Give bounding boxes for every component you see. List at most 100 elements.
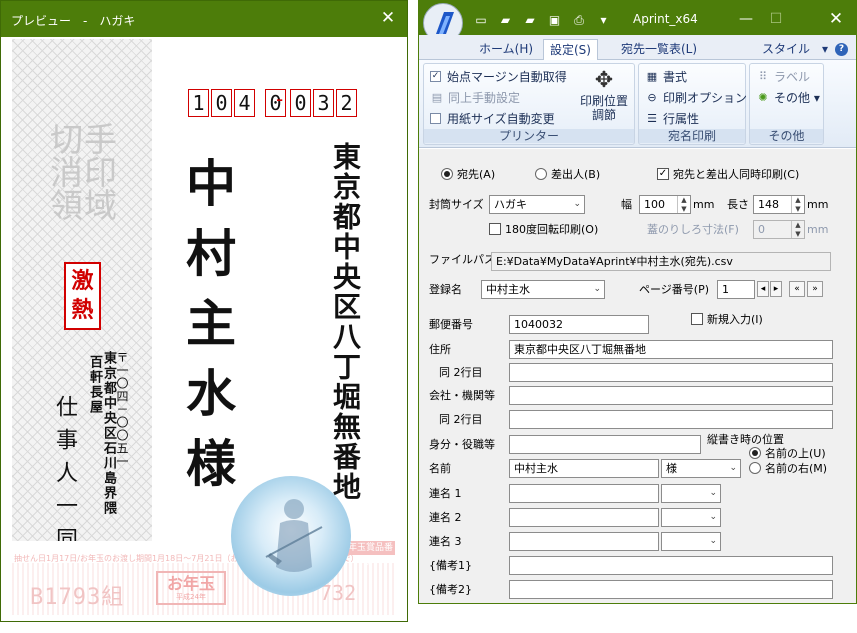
aprint-window: ▭ ▰ ▰ ▣ ⎙ ▾ Aprint_x64 — ☐ ✕ ホーム(H) 設定(S… [418,0,857,604]
note1-input[interactable] [509,556,833,575]
joint3-label: 連名 3 [429,535,462,548]
note2-input[interactable] [509,580,833,599]
envelope-size-label: 封筒サイズ [429,198,484,211]
radio-unselected-icon [749,462,761,474]
page-number-input[interactable]: 1 [717,280,755,299]
zip-digit-box: 2 [336,89,357,117]
joint2-honorific-select[interactable]: ⌄ [661,508,721,527]
radio-above-name[interactable]: 名前の上(U) [749,447,826,461]
radio-to-label: 宛先(A) [457,168,496,181]
company-input[interactable] [509,386,833,405]
lottery-number-left: B1793組 [30,585,125,610]
width-label: 幅 [621,198,632,211]
tab-address-list[interactable]: 宛先一覧表(L) [615,39,703,60]
position-input[interactable] [509,435,701,454]
auto-margin-checkbox[interactable]: ✓ 始点マージン自動取得 [430,68,567,86]
manual-margin-label: 同上手動設定 [448,91,521,105]
move-arrows-icon: ✥ [594,68,614,93]
name-input[interactable]: 中村主水 [509,459,659,478]
qat-menu-icon[interactable]: ▾ [596,13,612,27]
print-options-button[interactable]: ⊖ 印刷オプション [645,89,747,107]
first-page-button[interactable]: « [789,281,805,297]
envelope-size-value: ハガキ [494,198,527,211]
radio-right-label: 名前の右(M) [765,462,828,475]
new-doc-icon[interactable]: ▭ [473,13,489,27]
auto-paper-size-checkbox[interactable]: 用紙サイズ自動変更 [430,110,555,128]
page-number-value: 1 [722,283,729,296]
format-button[interactable]: ▦ 書式 [645,68,687,86]
close-button[interactable]: ✕ [823,9,849,29]
new-entry-label: 新規入力(I) [707,313,763,326]
app-title: Aprint_x64 [633,12,698,26]
group-printer: ✓ 始点マージン自動取得 ▤ 同上手動設定 用紙サイズ自動変更 ✥ 印刷位置 調節 … [423,63,635,145]
group-other: ⠿ ラベル ✺ その他 ▾ その他 [749,63,824,145]
tab-home[interactable]: ホーム(H) [473,39,539,60]
print-position-adjust-button[interactable]: ✥ 印刷位置 調節 [574,68,634,130]
checkbox-checked-icon: ✓ [430,71,441,82]
width-spinner[interactable]: ▲ ▼ [677,196,690,213]
print-options-label: 印刷オプション [663,91,748,105]
company-label: 会社・機関等 [429,389,495,402]
joint1-input[interactable] [509,484,659,503]
joint1-honorific-select[interactable]: ⌄ [661,484,721,503]
joint3-honorific-select[interactable]: ⌄ [661,532,721,551]
help-icon[interactable]: ? [835,43,848,56]
width-value: 100 [644,198,665,211]
group-printer-label: プリンター [424,129,634,143]
line-attributes-button[interactable]: ☰ 行属性 [645,110,699,128]
minimize-button[interactable]: — [733,9,759,29]
preview-title: プレビュー - ハガキ [11,14,136,28]
open-folder-icon[interactable]: ▰ [498,13,514,27]
checkbox-checked-icon: ✓ [657,168,669,180]
label-button[interactable]: ⠿ ラベル [756,68,810,86]
joint3-input[interactable] [509,532,659,551]
tab-settings[interactable]: 設定(S) [543,39,598,60]
from-address-line1: 東京都中央区石川島界隈 [101,351,116,516]
zip-input[interactable]: 1040032 [509,315,649,334]
print-icon[interactable]: ⎙ [571,13,587,27]
checkbox-unchecked-icon [691,313,703,325]
to-name: 中村主水様 [178,157,237,507]
zip-digit-box: 4 [234,89,255,117]
address-input[interactable]: 東京都中央区八丁堀無番地 [509,340,833,359]
auto-paper-size-label: 用紙サイズ自動変更 [447,112,555,126]
checkbox-unchecked-icon [489,223,501,235]
length-input[interactable]: 148 ▲ ▼ [753,195,805,214]
folder-icon[interactable]: ▰ [522,13,538,27]
radio-to-address[interactable]: 宛先(A) [441,168,495,182]
radio-right-of-name[interactable]: 名前の右(M) [749,462,827,476]
style-menu[interactable]: スタイル ▾ [762,39,828,59]
joint2-input[interactable] [509,508,659,527]
maximize-button[interactable]: ☐ [763,9,789,29]
company2-input[interactable] [509,410,833,429]
last-page-button[interactable]: » [807,281,823,297]
page-number-label: ページ番号(P) [639,283,709,296]
next-page-button[interactable]: ▸ [770,281,782,297]
registered-name-select[interactable]: 中村主水 ⌄ [481,280,605,299]
rotate-print-checkbox[interactable]: 180度回転印刷(O) [489,223,598,237]
honorific-select[interactable]: 様 ⌄ [661,459,741,478]
simultaneous-print-checkbox[interactable]: ✓ 宛先と差出人同時印刷(C) [657,168,799,182]
manual-margin-item[interactable]: ▤ 同上手動設定 [430,89,520,107]
flap-spinner[interactable]: ▲ ▼ [791,221,804,238]
length-spinner[interactable]: ▲ ▼ [791,196,804,213]
from-name: 仕事人一同 [52,395,77,560]
red-seal-stamp: 激熱 [64,262,101,330]
name-label: 名前 [429,462,451,475]
preview-close-button[interactable]: ✕ [377,7,399,29]
length-label: 長さ [727,198,749,211]
prev-page-button[interactable]: ◂ [757,281,769,297]
address2-input[interactable] [509,363,833,382]
address2-label: 同 2行目 [439,366,483,379]
other-menu-button[interactable]: ✺ その他 ▾ [756,89,819,107]
radio-from-address[interactable]: 差出人(B) [535,168,600,182]
width-input[interactable]: 100 ▲ ▼ [639,195,691,214]
envelope-size-select[interactable]: ハガキ ⌄ [489,195,585,214]
flap-input[interactable]: 0 ▲ ▼ [753,220,805,239]
manual-settings-icon: ▤ [431,90,443,104]
simultaneous-print-label: 宛先と差出人同時印刷(C) [673,168,800,181]
save-icon[interactable]: ▣ [547,13,563,27]
radio-selected-icon [441,168,453,180]
new-entry-checkbox[interactable]: 新規入力(I) [691,313,763,327]
app-titlebar: ▭ ▰ ▰ ▣ ⎙ ▾ Aprint_x64 — ☐ ✕ [419,1,856,43]
